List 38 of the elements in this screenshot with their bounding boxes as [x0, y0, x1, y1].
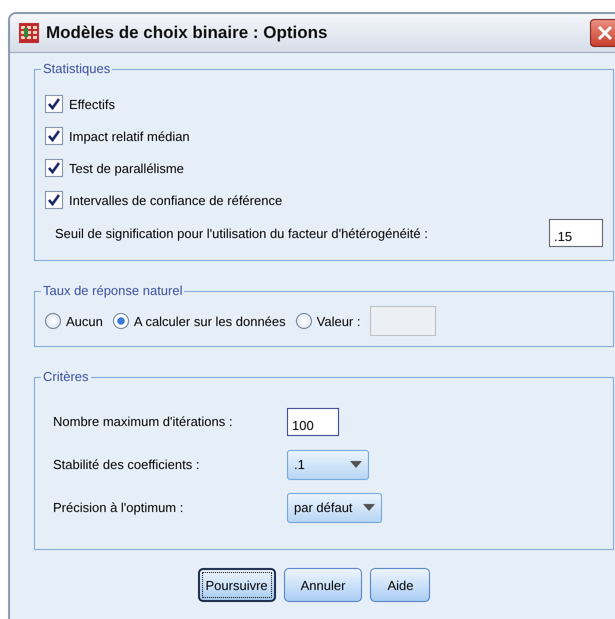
radio-button[interactable] — [296, 313, 312, 329]
checkmark-icon — [47, 193, 61, 207]
dropdown[interactable]: .1 — [287, 450, 369, 480]
dialog-button[interactable]: Annuler — [284, 568, 362, 602]
input-field[interactable]: .15 — [549, 219, 603, 247]
checkbox[interactable] — [45, 159, 63, 177]
checkbox[interactable] — [45, 127, 63, 145]
caret-icon — [350, 461, 362, 468]
dialog-button[interactable]: Aide — [370, 568, 430, 602]
dialog-button[interactable]: Poursuivre — [198, 568, 276, 602]
group-title: Critères — [41, 369, 91, 384]
checkbox[interactable] — [45, 191, 63, 209]
checkbox-option[interactable]: Intervalles de confiance de référence — [45, 184, 603, 216]
field-label: Seuil de signification pour l'utilisation du facteur d'hétérogénéité : — [55, 226, 428, 240]
checkmark-icon — [47, 97, 61, 111]
checkbox[interactable] — [45, 95, 63, 113]
field-label: Nombre maximum d'itérations : — [53, 414, 234, 429]
close-icon — [596, 24, 614, 42]
radio-option[interactable]: Valeur : — [296, 313, 360, 329]
radio-button[interactable] — [45, 313, 61, 329]
radio-option[interactable]: Aucun — [45, 313, 103, 329]
caret-icon — [362, 504, 375, 511]
checkmark-icon — [47, 161, 61, 175]
checkmark-icon — [47, 129, 61, 143]
field-label: Précision à l'optimum : — [53, 500, 184, 515]
field-label: Stabilité des coefficients : — [53, 457, 200, 472]
checkbox-option[interactable]: Impact relatif médian — [45, 120, 603, 152]
grid-icon — [18, 22, 40, 44]
checkbox-option[interactable]: Test de parallélisme — [45, 152, 603, 184]
radio-option[interactable]: A calculer sur les données — [112, 313, 286, 329]
close-button[interactable] — [590, 19, 615, 47]
radio-button[interactable] — [112, 313, 129, 329]
input-field[interactable]: 100 — [287, 408, 339, 436]
window-title: Modèles de choix binaire : Options — [46, 23, 328, 43]
group-title: Statistiques — [41, 61, 112, 76]
group-title: Taux de réponse naturel — [41, 283, 184, 298]
dropdown[interactable]: par défaut — [287, 492, 382, 522]
checkbox-option[interactable]: Effectifs — [45, 88, 603, 120]
